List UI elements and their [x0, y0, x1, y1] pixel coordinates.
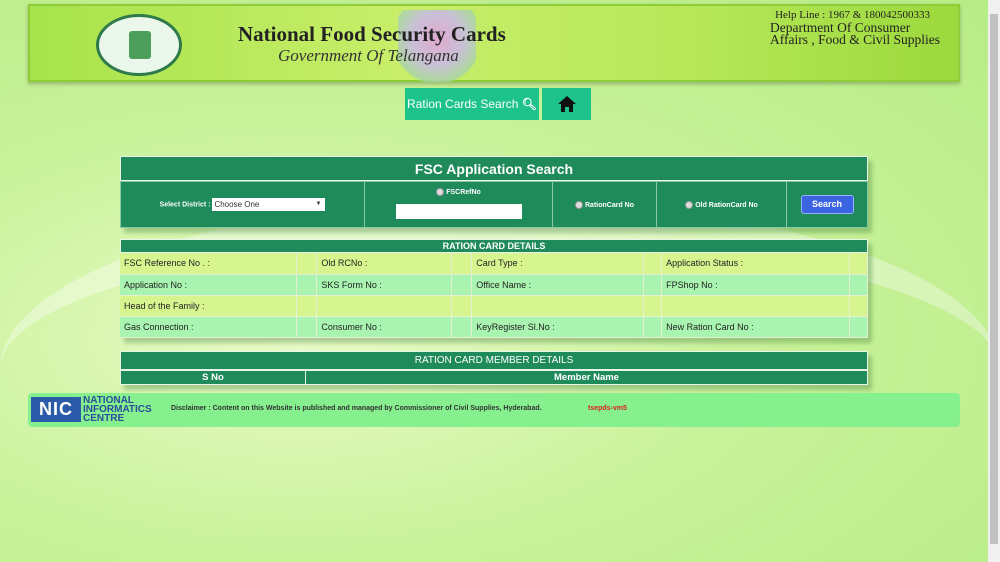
details-value: [643, 274, 663, 296]
details-value: [643, 295, 663, 317]
department-name: Department Of Consumer Affairs , Food & …: [770, 20, 941, 47]
details-value: [451, 295, 473, 317]
details-value: [849, 295, 869, 317]
details-row: Application No : SKS Form No : Office Name…: [120, 274, 869, 296]
search-icon: 🔍︎: [521, 97, 537, 111]
disclaimer: Disclaimer : Content on this Website is …: [171, 405, 542, 412]
search-button[interactable]: Search: [800, 195, 854, 214]
details-label: Card Type :: [471, 253, 645, 275]
details-value: [643, 316, 663, 338]
details-value: [451, 274, 473, 296]
header-banner: National Food Security Cards Government …: [28, 4, 960, 82]
search-form: Select District : Choose One ▼ FSCRefNo R…: [120, 181, 868, 228]
fscrefno-radio[interactable]: [436, 188, 445, 196]
server-name: tsepds-vm5: [588, 405, 627, 412]
ration-card-details-table: FSC Reference No . : Old RCNo : Card Type …: [120, 253, 869, 338]
details-value: [296, 295, 318, 317]
district-select-value: Choose One: [214, 200, 260, 209]
details-value: [643, 253, 663, 275]
ration-card-details-title: RATION CARD DETAILS: [120, 239, 868, 253]
fscrefno-label: FSCRefNo: [446, 188, 481, 196]
details-value: [451, 316, 473, 338]
scrollbar[interactable]: [988, 0, 1000, 562]
home-button[interactable]: [542, 88, 591, 120]
details-label: FPShop No :: [661, 274, 850, 296]
details-label: Old RCNo :: [316, 253, 453, 275]
details-label: Head of the Family :: [120, 295, 298, 317]
ration-cards-search-button[interactable]: Ration Cards Search 🔍︎: [405, 88, 539, 120]
details-label: Application No :: [120, 274, 298, 296]
column-member-name: Member Name: [305, 369, 868, 385]
nic-line3: CENTRE: [83, 413, 125, 424]
details-label: [471, 295, 645, 317]
home-icon: [557, 96, 576, 112]
details-value: [296, 274, 318, 296]
district-label: Select District :: [159, 201, 211, 209]
details-value: [451, 253, 473, 275]
district-select[interactable]: Choose One ▼: [212, 198, 326, 211]
details-value: [296, 316, 318, 338]
fsc-ref-input[interactable]: [395, 204, 522, 219]
details-label: FSC Reference No . :: [120, 253, 298, 275]
rationcard-radio[interactable]: [575, 200, 583, 209]
details-value: [849, 253, 869, 275]
details-label: SKS Form No :: [316, 274, 453, 296]
details-label: Office Name :: [471, 274, 645, 296]
dropdown-arrow-icon: ▼: [315, 201, 322, 207]
details-row: Head of the Family :: [120, 295, 869, 317]
search-panel-title: FSC Application Search: [120, 156, 868, 181]
old-rationcard-label: Old RationCard No: [695, 201, 758, 209]
details-value: [849, 316, 869, 338]
footer: NIC NATIONAL INFORMATICS CENTRE Disclaim…: [28, 393, 960, 427]
rationcard-label: RationCard No: [585, 201, 634, 209]
details-row: Gas Connection : Consumer No : KeyRegister…: [120, 316, 869, 338]
nic-logo: NIC: [31, 397, 81, 422]
details-value: [849, 274, 869, 296]
ration-cards-search-label: Ration Cards Search: [407, 97, 519, 111]
details-label: Application Status :: [661, 253, 850, 275]
details-label: Gas Connection :: [120, 316, 298, 338]
column-sno: S No: [120, 369, 306, 385]
details-label: Consumer No :: [316, 316, 453, 338]
member-details-title: RATION CARD MEMBER DETAILS: [120, 350, 868, 370]
site-title: National Food Security Cards: [238, 22, 506, 46]
details-value: [296, 253, 318, 275]
scrollbar-thumb[interactable]: [990, 14, 998, 544]
member-details-header: S No Member Name: [120, 369, 868, 385]
old-rationcard-radio[interactable]: [685, 200, 694, 209]
details-label: [316, 295, 453, 317]
site-subtitle: Government Of Telangana: [278, 46, 459, 65]
details-label: KeyRegister Sl.No :: [471, 316, 645, 338]
telangana-seal-logo: [96, 14, 182, 76]
details-row: FSC Reference No . : Old RCNo : Card Type …: [120, 253, 869, 275]
details-label: [661, 295, 850, 317]
details-label: New Ration Card No :: [661, 316, 850, 338]
